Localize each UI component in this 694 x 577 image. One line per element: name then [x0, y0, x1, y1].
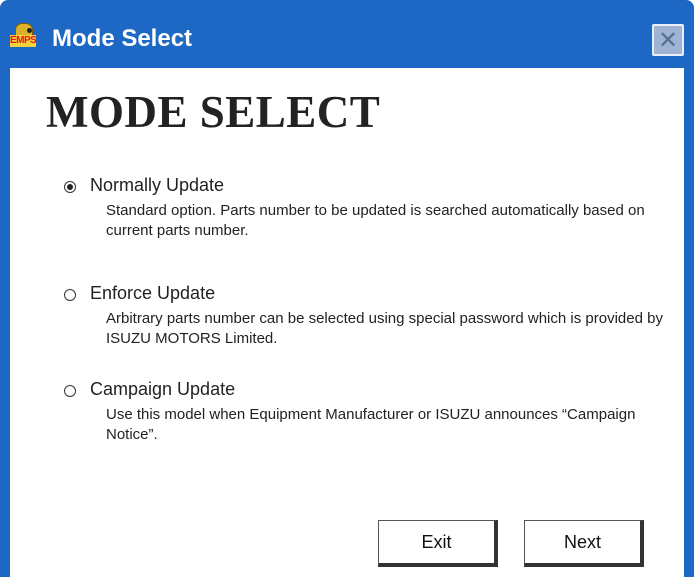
title-bar[interactable]: EMPS Mode Select ✕	[10, 0, 684, 68]
radio-normally-update[interactable]	[64, 181, 76, 193]
close-button[interactable]: ✕	[652, 24, 684, 56]
next-button[interactable]: Next	[524, 520, 644, 567]
page-title: MODE SELECT	[46, 87, 381, 137]
app-icon-text: EMPS	[10, 35, 37, 47]
option-description: Arbitrary parts number can be selected u…	[106, 310, 663, 347]
exit-button[interactable]: Exit	[378, 520, 498, 567]
radio-enforce-update[interactable]	[64, 289, 76, 301]
option-label[interactable]: Campaign Update	[90, 379, 235, 400]
option-label[interactable]: Normally Update	[90, 175, 224, 196]
emps-key-icon: EMPS	[10, 23, 37, 53]
option-description: Use this model when Equipment Manufactur…	[106, 406, 636, 443]
close-icon: ✕	[657, 26, 679, 54]
window-title: Mode Select	[52, 25, 193, 52]
keyhole	[27, 28, 32, 33]
option-description: Standard option. Parts number to be upda…	[106, 202, 645, 239]
option-label[interactable]: Enforce Update	[90, 283, 215, 304]
mode-select-window: EMPS Mode Select ✕ MODE SELECT Normally …	[0, 0, 694, 577]
radio-campaign-update[interactable]	[64, 385, 76, 397]
